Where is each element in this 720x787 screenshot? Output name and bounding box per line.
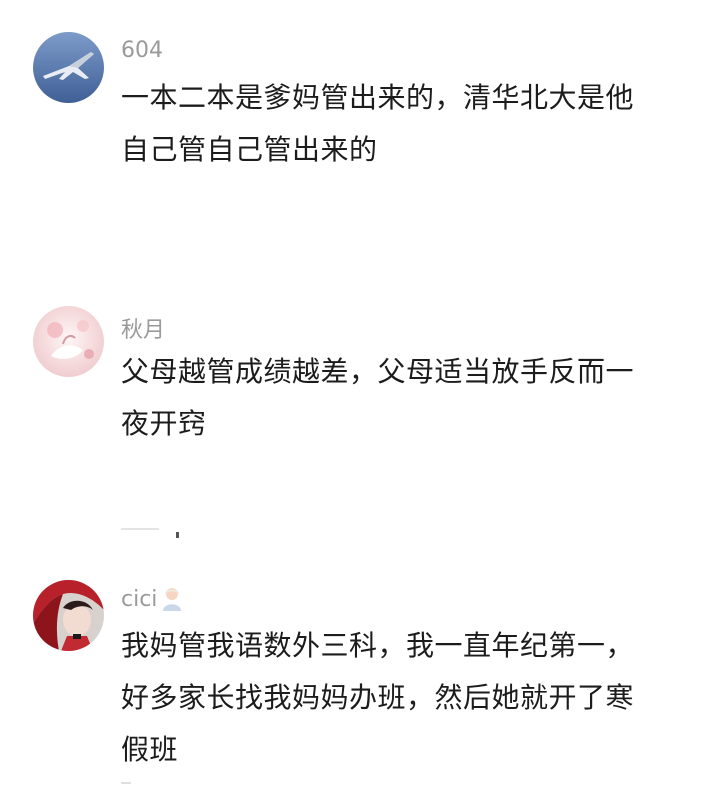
comment-line: 我妈管我语数外三科，我一直年纪第一， <box>121 629 635 662</box>
username-text[interactable]: 604 <box>121 38 163 63</box>
stray-mark <box>176 532 179 538</box>
comment-line: 假班 <box>121 733 179 766</box>
comment-line: 好多家长找我妈妈办班，然后她就开了寒 <box>121 681 635 714</box>
comment-line: 夜开窍 <box>121 407 207 440</box>
comment-username[interactable]: 秋月 <box>121 312 165 344</box>
comment-line: 父母越管成绩越差，父母适当放手反而一 <box>121 355 635 388</box>
username-text[interactable]: 秋月 <box>121 312 165 344</box>
comment-text: 一本二本是爹妈管出来的，清华北大是他 自己管自己管出来的 <box>121 72 681 176</box>
jet-airplane-avatar <box>33 32 104 103</box>
red-hood-character-avatar <box>33 580 104 651</box>
username-text[interactable]: cici <box>121 587 157 612</box>
comment-line: 一本二本是爹妈管出来的，清华北大是他 <box>121 81 635 114</box>
user-avatar[interactable] <box>33 580 104 651</box>
next-comment-edge <box>121 782 131 784</box>
user-avatar[interactable] <box>33 32 104 103</box>
pink-flower-avatar <box>33 306 104 377</box>
comment-text: 我妈管我语数外三科，我一直年纪第一， 好多家长找我妈妈办班，然后她就开了寒 假班 <box>121 620 681 776</box>
user-avatar[interactable] <box>33 306 104 377</box>
comment-username[interactable]: 604 <box>121 38 163 63</box>
person-emoji-icon <box>163 588 182 611</box>
comment-text: 父母越管成绩越差，父母适当放手反而一 夜开窍 <box>121 346 681 450</box>
divider <box>121 528 159 530</box>
comment-username[interactable]: cici <box>121 586 183 612</box>
comment-line: 自己管自己管出来的 <box>121 133 378 166</box>
